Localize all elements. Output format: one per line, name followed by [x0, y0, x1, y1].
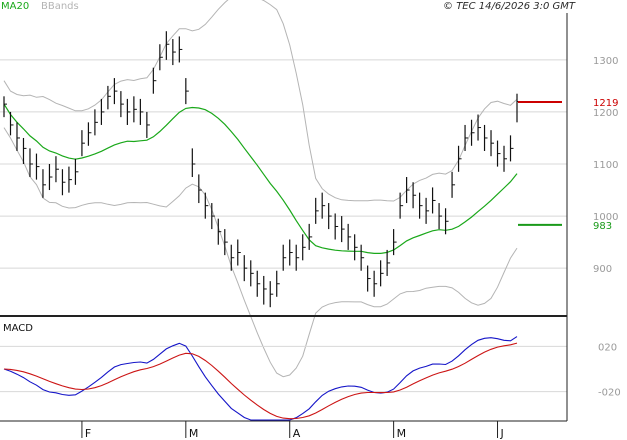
macd-lines: [3, 336, 518, 421]
price-panel: 1300 1200 1100 1000 900 1219 983: [0, 0, 618, 378]
y-tick-label: 900: [593, 264, 612, 275]
marker-label-1219: 1219: [593, 98, 618, 109]
legend-ma20: MA20: [1, 1, 29, 12]
stock-chart: MA20 BBands © TEC 14/6/2026 3:0 GMT 1300…: [0, 0, 621, 440]
x-axis-labels: F M A M J: [81, 421, 504, 440]
marker-label-983: 983: [593, 221, 612, 232]
y-tick-label: 1100: [593, 160, 618, 171]
macd-panel: MACD 020 -020: [0, 323, 621, 421]
x-tick-label: F: [85, 427, 91, 440]
macd-title: MACD: [3, 323, 33, 334]
credit-text: © TEC 14/6/2026 3:0 GMT: [443, 1, 576, 12]
x-tick-label: J: [500, 427, 504, 440]
price-y-axis-labels: 1300 1200 1100 1000 900: [593, 56, 618, 275]
y-tick-label: 1300: [593, 56, 618, 67]
x-tick-label: M: [397, 427, 407, 440]
macd-y-axis-labels: 020 -020: [598, 342, 621, 398]
macd-y-tick-label: -020: [598, 388, 621, 399]
legend-bbands: BBands: [41, 1, 79, 12]
y-tick-label: 1200: [593, 108, 618, 119]
macd-signal-line: [3, 342, 518, 420]
x-tick-label: A: [293, 427, 301, 440]
macd-y-tick-label: 020: [598, 342, 617, 353]
x-tick-label: M: [189, 427, 199, 440]
